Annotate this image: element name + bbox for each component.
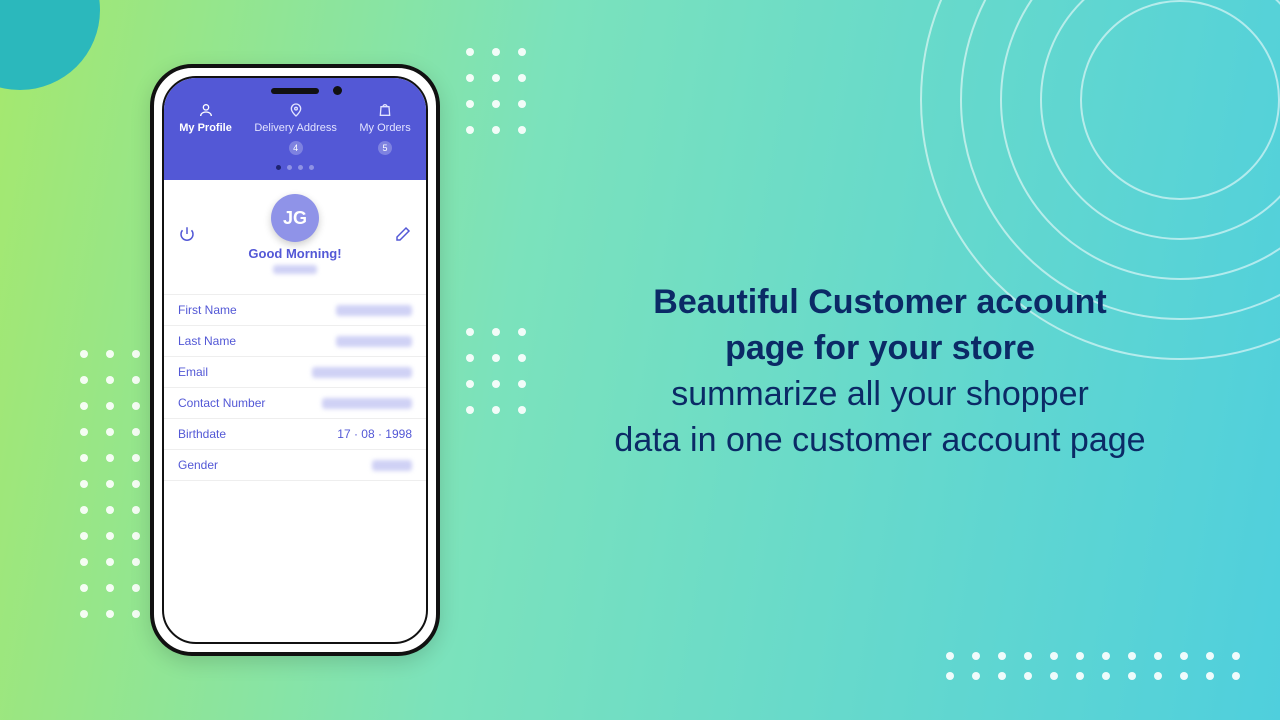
field-row-last-name: Last Name (164, 326, 426, 357)
phone-frame: My Profile Delivery Address 4 My Orders … (150, 64, 440, 656)
tab-my-profile[interactable]: My Profile (179, 102, 232, 155)
tab-badge: 5 (378, 141, 392, 155)
power-icon[interactable] (178, 225, 196, 243)
tab-label: Delivery Address (254, 122, 337, 134)
tab-badge: 4 (289, 141, 303, 155)
decor-dots (946, 652, 1240, 660)
avatar: JG (271, 194, 319, 242)
field-value-blurred (312, 367, 412, 378)
phone-speaker (271, 88, 319, 94)
field-value-blurred (322, 398, 412, 409)
field-label: Birthdate (178, 427, 226, 441)
field-value-blurred (336, 305, 412, 316)
field-row-email: Email (164, 357, 426, 388)
tab-my-orders[interactable]: My Orders 5 (359, 102, 410, 155)
profile-fields: First Name Last Name Email Contact Numbe… (164, 294, 426, 481)
field-label: Gender (178, 458, 218, 472)
field-row-contact: Contact Number (164, 388, 426, 419)
decor-dots (466, 48, 526, 134)
tab-pagination-dots (276, 165, 314, 170)
heading-bold-line2: page for your store (520, 326, 1240, 372)
decor-blob (0, 0, 100, 90)
edit-icon[interactable] (394, 225, 412, 243)
field-value-blurred (336, 336, 412, 347)
tab-delivery-address[interactable]: Delivery Address 4 (254, 102, 337, 155)
heading-thin-line1: summarize all your shopper (520, 372, 1240, 418)
field-row-first-name: First Name (164, 295, 426, 326)
decor-dots (946, 672, 1240, 680)
heading-thin-line2: data in one customer account page (520, 418, 1240, 464)
field-label: Email (178, 365, 208, 379)
phone-camera (333, 86, 342, 95)
field-label: Contact Number (178, 396, 265, 410)
marketing-heading: Beautiful Customer account page for your… (520, 280, 1240, 464)
field-row-gender: Gender (164, 450, 426, 481)
decor-dots (80, 350, 140, 618)
user-icon (198, 102, 214, 118)
tab-label: My Orders (359, 122, 410, 134)
tab-label: My Profile (179, 122, 232, 134)
field-label: Last Name (178, 334, 236, 348)
decor-dots (466, 328, 526, 414)
heading-bold-line1: Beautiful Customer account (520, 280, 1240, 326)
field-value-blurred (372, 460, 412, 471)
phone-screen: My Profile Delivery Address 4 My Orders … (162, 76, 428, 644)
field-label: First Name (178, 303, 237, 317)
profile-header: JG Good Morning! (164, 180, 426, 280)
field-row-birthdate: Birthdate 17 · 08 · 1998 (164, 419, 426, 450)
bag-icon (377, 102, 393, 118)
pin-icon (288, 102, 304, 118)
username-blurred (273, 265, 317, 274)
field-value: 17 · 08 · 1998 (337, 427, 412, 441)
greeting-text: Good Morning! (248, 246, 341, 261)
